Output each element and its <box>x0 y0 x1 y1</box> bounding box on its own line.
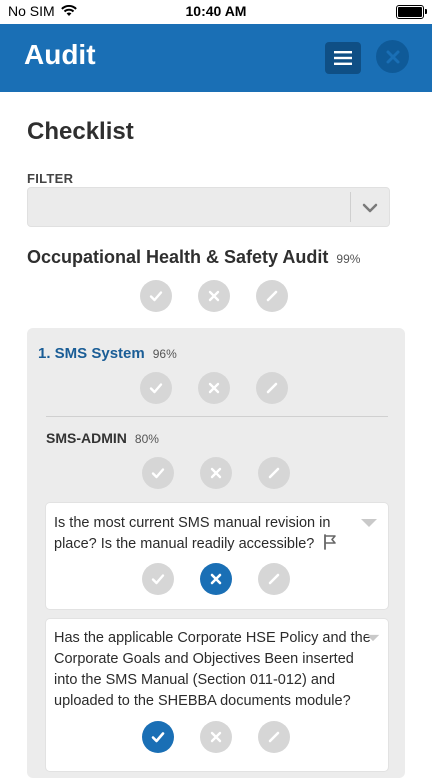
subsection-percent: 80% <box>134 432 159 446</box>
chevron-down-icon[interactable] <box>366 632 380 644</box>
question-answer-row <box>142 721 290 753</box>
status-time: 10:40 AM <box>185 3 247 19</box>
check-icon <box>149 291 163 302</box>
question-answer-row <box>142 563 290 595</box>
pass-button[interactable] <box>142 457 174 489</box>
audit-answer-row <box>140 280 288 312</box>
x-icon <box>210 467 222 479</box>
slash-icon <box>268 573 280 585</box>
subsection-title: SMS-ADMIN 80% <box>46 430 159 446</box>
pass-button[interactable] <box>140 280 172 312</box>
check-icon <box>151 732 165 743</box>
header-title: Audit <box>24 39 96 70</box>
section-answer-row <box>140 372 288 404</box>
na-button[interactable] <box>258 563 290 595</box>
section-title-text: 1. SMS System <box>38 345 145 362</box>
subsection-answer-row <box>142 457 290 489</box>
slash-icon <box>266 382 278 394</box>
close-button[interactable] <box>376 40 409 73</box>
question-text: Has the applicable Corporate HSE Policy … <box>54 630 371 709</box>
section-percent: 96% <box>152 347 177 361</box>
fail-button[interactable] <box>200 721 232 753</box>
audit-title-text: Occupational Health & Safety Audit <box>27 247 329 267</box>
fail-button[interactable] <box>200 563 232 595</box>
chevron-down-icon[interactable] <box>360 517 378 529</box>
chevron-down-icon <box>362 203 378 213</box>
pass-button[interactable] <box>142 721 174 753</box>
slash-icon <box>268 467 280 479</box>
filter-select[interactable] <box>27 187 390 227</box>
check-icon <box>151 574 165 585</box>
slash-icon <box>268 731 280 743</box>
question-card: Is the most current SMS manual revision … <box>46 503 388 609</box>
x-icon <box>208 382 220 394</box>
subsection-title-text: SMS-ADMIN <box>46 430 127 446</box>
close-icon <box>386 50 399 63</box>
na-button[interactable] <box>256 280 288 312</box>
check-icon <box>151 468 165 479</box>
app-header: Audit <box>0 24 432 92</box>
fail-button[interactable] <box>200 457 232 489</box>
fail-button[interactable] <box>198 280 230 312</box>
x-icon <box>210 731 222 743</box>
pass-button[interactable] <box>140 372 172 404</box>
na-button[interactable] <box>258 721 290 753</box>
audit-percent: 99% <box>336 252 361 266</box>
section-divider <box>46 416 388 417</box>
flag-icon[interactable] <box>322 534 338 550</box>
select-divider <box>350 192 351 222</box>
hamburger-icon <box>334 51 352 65</box>
battery-icon <box>396 5 427 19</box>
page-title: Checklist <box>27 118 134 145</box>
x-icon <box>208 290 220 302</box>
x-icon <box>210 573 222 585</box>
slash-icon <box>266 290 278 302</box>
pass-button[interactable] <box>142 563 174 595</box>
status-bar: No SIM 10:40 AM <box>0 0 432 24</box>
check-icon <box>149 383 163 394</box>
section-title[interactable]: 1. SMS System 96% <box>38 345 177 362</box>
question-text-content: Is the most current SMS manual revision … <box>54 515 331 552</box>
question-card: Has the applicable Corporate HSE Policy … <box>46 619 388 771</box>
filter-label: FILTER <box>27 171 74 186</box>
question-text: Is the most current SMS manual revision … <box>54 513 354 555</box>
na-button[interactable] <box>256 372 288 404</box>
audit-title: Occupational Health & Safety Audit 99% <box>27 247 360 268</box>
menu-button[interactable] <box>325 42 361 74</box>
na-button[interactable] <box>258 457 290 489</box>
fail-button[interactable] <box>198 372 230 404</box>
